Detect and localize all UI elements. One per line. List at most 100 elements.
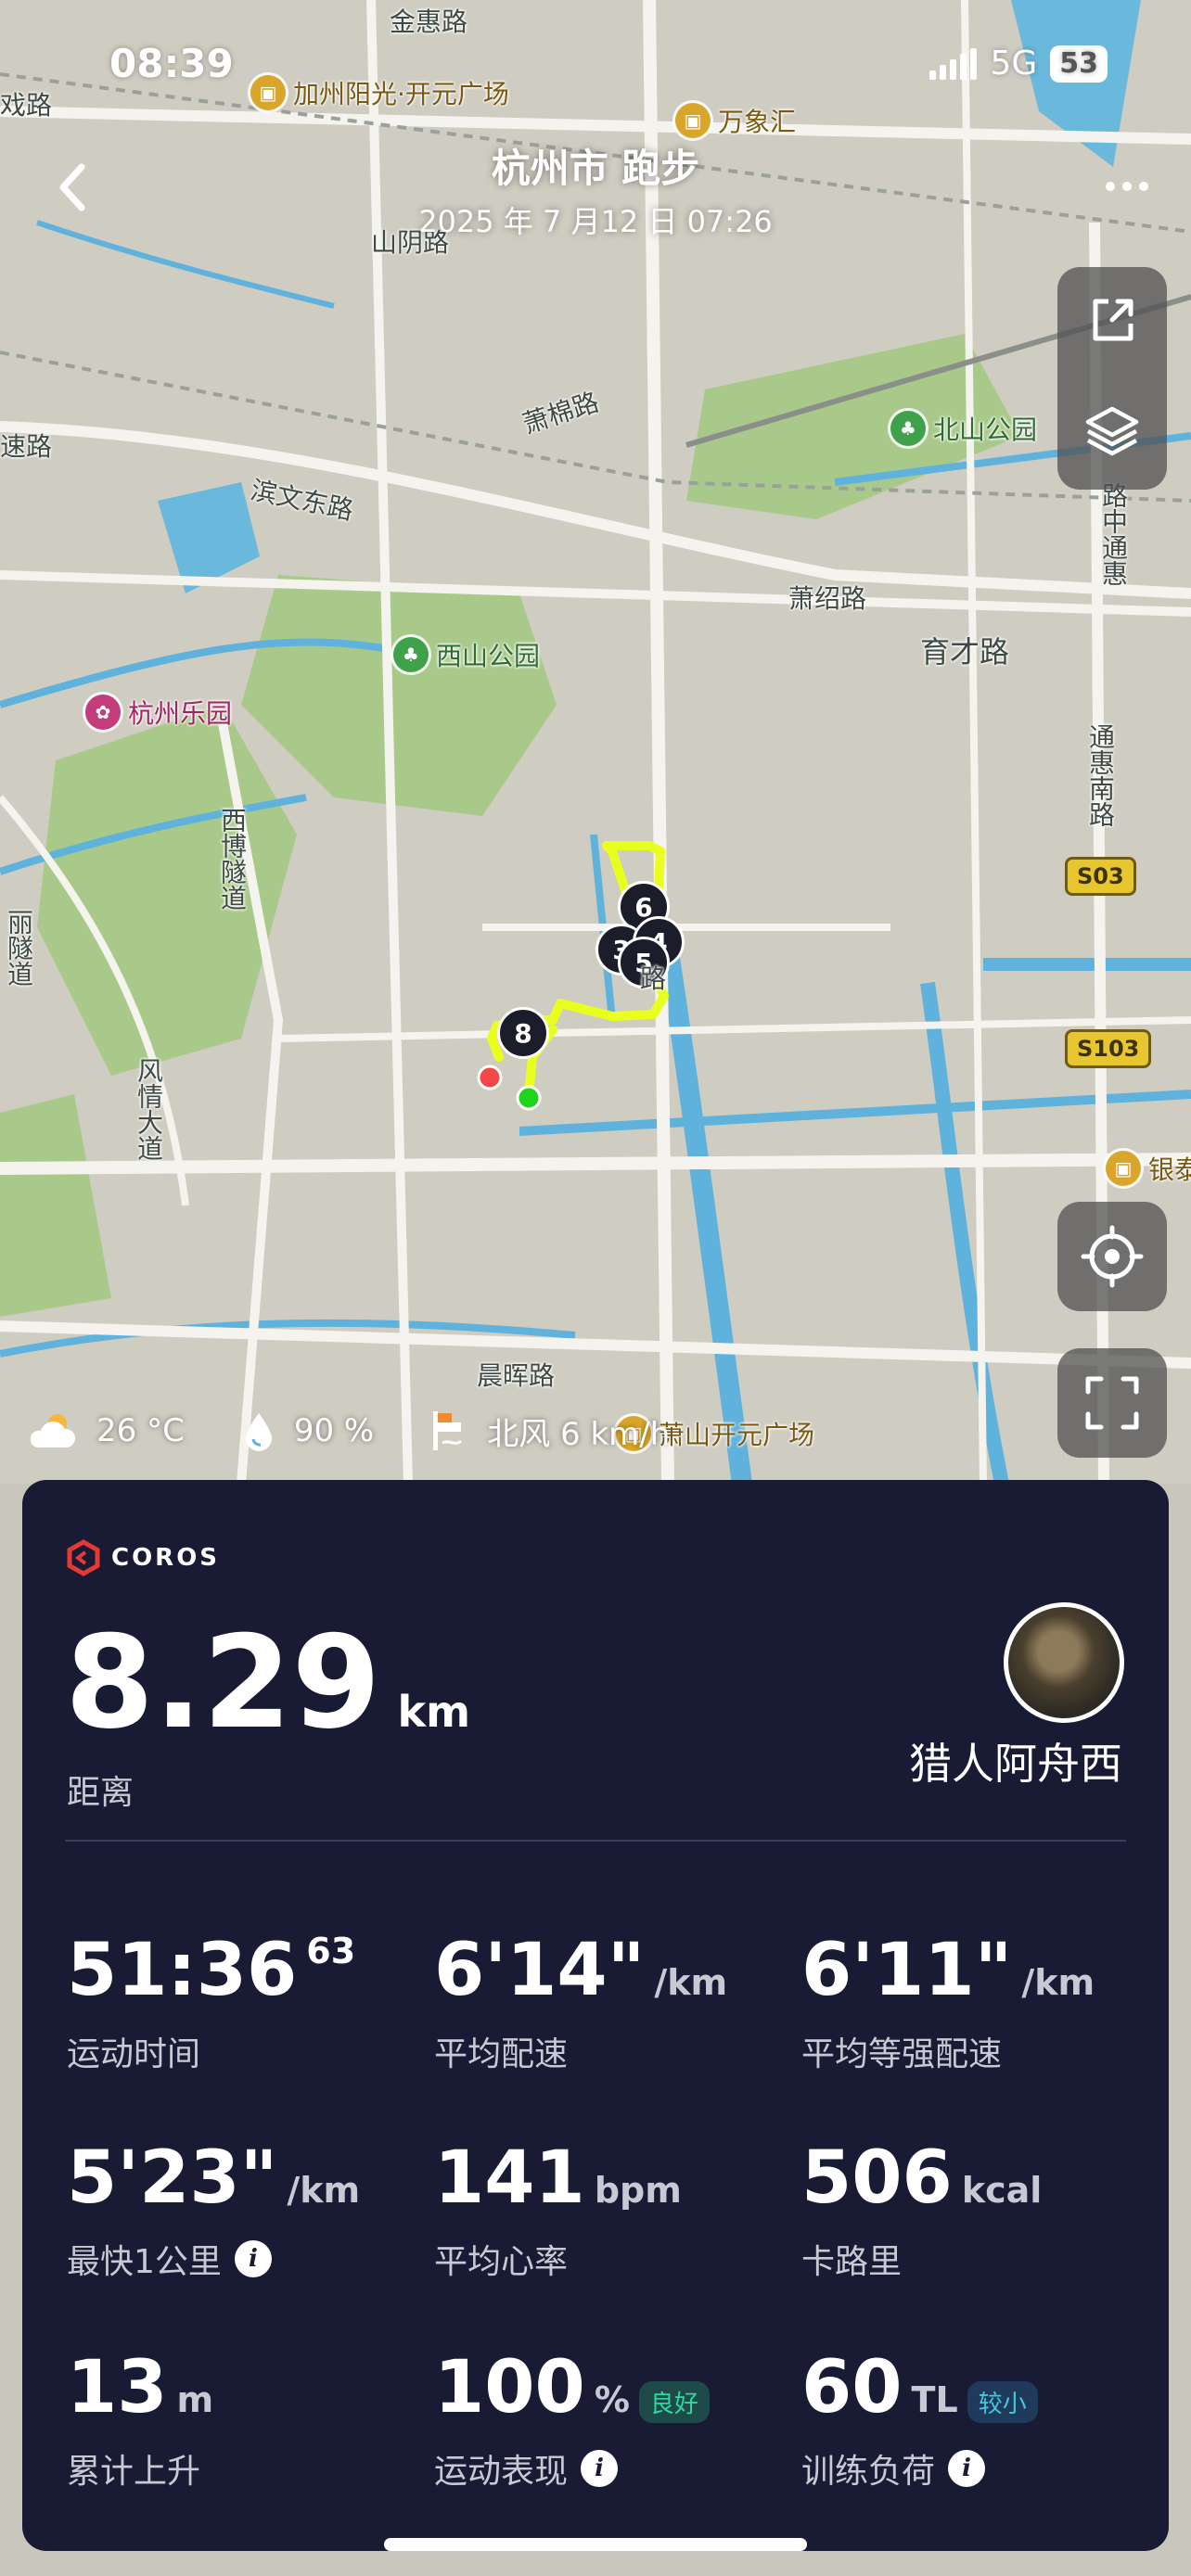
poi-label: 银泰	[1148, 1154, 1191, 1185]
road-label: 戏路	[0, 90, 53, 121]
poi-wanxianghui[interactable]: ▣ 万象汇	[675, 102, 796, 139]
more-dot-icon	[1139, 182, 1148, 191]
metric-unit: /km	[654, 1962, 728, 2003]
metric-label: 训练负荷	[801, 2453, 936, 2491]
poi-beishan-park[interactable]: ♣ 北山公园	[890, 410, 1037, 447]
poi-label: 杭州乐园	[128, 698, 233, 729]
attraction-icon: ✿	[85, 695, 121, 730]
road-label: 西博隧道	[217, 807, 248, 911]
distance-value: 8.29 km	[65, 1619, 470, 1747]
status-badge: 较小	[967, 2381, 1038, 2423]
humidity: 90 %	[293, 1412, 375, 1449]
humidity-icon	[245, 1413, 272, 1451]
signal-icon	[929, 47, 978, 80]
info-icon[interactable]: i	[948, 2450, 986, 2487]
share-icon	[1093, 299, 1133, 341]
poi-jiazhou[interactable]: ▣ 加州阳光·开元广场	[250, 74, 509, 111]
road-label: 路中通惠	[1098, 482, 1129, 586]
layers-icon	[1085, 406, 1139, 456]
poi-label: 萧山开元广场	[659, 1420, 815, 1450]
brand-name: COROS	[111, 1544, 221, 1572]
metric-label: 卡路里	[801, 2243, 903, 2281]
road-label: 通惠南路	[1085, 723, 1116, 827]
metric-label: 运动时间	[67, 2035, 201, 2073]
metric-value: 5'23"	[67, 2136, 278, 2220]
road-label: 金惠路	[390, 6, 468, 37]
road-label: 育才路	[920, 634, 1010, 670]
park-icon: ♣	[890, 411, 926, 446]
road-label: 速路	[0, 431, 53, 462]
metric-unit: kcal	[961, 2170, 1043, 2211]
poi-xishan-park[interactable]: ♣ 西山公园	[393, 636, 540, 673]
locate-icon	[1081, 1225, 1144, 1288]
metric-duration: 51:36 63 运动时间	[67, 1929, 419, 2075]
page-title: 杭州市 跑步	[491, 146, 700, 191]
road-label: 路	[640, 963, 667, 994]
poi-label: 西山公园	[436, 641, 541, 671]
divider	[65, 1840, 1126, 1842]
share-button[interactable]	[1084, 292, 1140, 351]
metric-value: 100	[434, 2346, 585, 2429]
metric-unit: /km	[287, 2170, 361, 2211]
end-point-marker	[477, 1065, 503, 1090]
status-indicators: 5G 53	[929, 45, 1108, 83]
road-label: 风情大道	[134, 1057, 164, 1161]
map-tools-group	[1057, 267, 1167, 490]
weather-bar: 26 °C 90 % 北风 6 km/h	[24, 1408, 670, 1454]
metric-value: 51:36	[67, 1929, 298, 2012]
highway-shield: S103	[1065, 1029, 1152, 1068]
activity-datetime: 2025 年 7 月12 日 07:26	[418, 204, 773, 239]
metric-value: 13	[67, 2346, 168, 2429]
km-marker[interactable]: 8	[497, 1007, 549, 1059]
start-point-marker	[516, 1085, 542, 1111]
metric-value: 506	[801, 2136, 953, 2220]
network-type: 5G	[990, 45, 1038, 83]
coros-logo-icon	[67, 1539, 100, 1576]
metric-label: 最快1公里	[67, 2243, 222, 2281]
poi-hangzhou-leyuan[interactable]: ✿ 杭州乐园	[85, 694, 232, 731]
map-layers-button[interactable]	[1082, 402, 1142, 465]
metric-training-load: 60 TL 较小 训练负荷 i	[801, 2352, 1154, 2493]
metric-elevation-gain: 13 m 累计上升	[67, 2352, 419, 2493]
metric-value: 141	[434, 2136, 585, 2220]
metric-unit: /km	[1021, 1962, 1095, 2003]
metric-fastest-km: 5'23"/km 最快1公里 i	[67, 2142, 419, 2283]
metric-unit: m	[176, 2379, 214, 2420]
distance-number: 8.29	[65, 1608, 381, 1757]
partly-cloudy-icon	[30, 1414, 76, 1447]
more-dot-icon	[1106, 182, 1115, 191]
highway-shield: S03	[1065, 857, 1136, 896]
metric-avg-pace: 6'14"/km 平均配速	[434, 1934, 787, 2075]
metric-unit: bpm	[594, 2170, 682, 2211]
wind: 北风 6 km/h	[487, 1415, 671, 1453]
fullscreen-button[interactable]	[1057, 1348, 1167, 1458]
username: 猎人阿舟西	[909, 1739, 1122, 1789]
metric-label: 累计上升	[67, 2453, 201, 2491]
metric-value: 6'14"	[434, 1929, 646, 2012]
distance-unit: km	[397, 1687, 471, 1737]
more-options-button[interactable]	[1106, 182, 1148, 191]
metric-grade-adjusted-pace: 6'11"/km 平均等强配速	[801, 1934, 1154, 2075]
locate-button[interactable]	[1057, 1202, 1167, 1311]
shop-icon: ▣	[1106, 1151, 1141, 1186]
metric-unit: TL	[911, 2379, 958, 2420]
distance-label: 距离	[67, 1774, 134, 1812]
avatar[interactable]	[1004, 1602, 1124, 1723]
poi-label: 万象汇	[718, 107, 797, 137]
metric-label: 平均配速	[434, 2035, 569, 2073]
metric-calories: 506 kcal 卡路里	[801, 2142, 1154, 2283]
brand-logo: COROS	[65, 1539, 220, 1576]
metric-value: 6'11"	[801, 1929, 1013, 2012]
status-time: 08:39	[109, 41, 234, 86]
info-icon[interactable]: i	[234, 2240, 272, 2277]
metric-unit: %	[594, 2379, 630, 2420]
info-icon[interactable]: i	[581, 2450, 619, 2487]
metric-heart-rate: 141 bpm 平均心率	[434, 2142, 787, 2283]
home-indicator[interactable]	[384, 2538, 807, 2551]
metric-label: 平均心率	[434, 2243, 569, 2281]
poi-yintai[interactable]: ▣ 银泰	[1106, 1150, 1191, 1187]
road-label: 萧绍路	[788, 583, 867, 614]
wind-icon	[433, 1411, 463, 1450]
metric-performance: 100% 良好 运动表现 i	[434, 2352, 787, 2493]
activity-summary-card: COROS 8.29 km 距离 猎人阿舟西 51:36 63 运动时间 6'14…	[22, 1480, 1169, 2551]
